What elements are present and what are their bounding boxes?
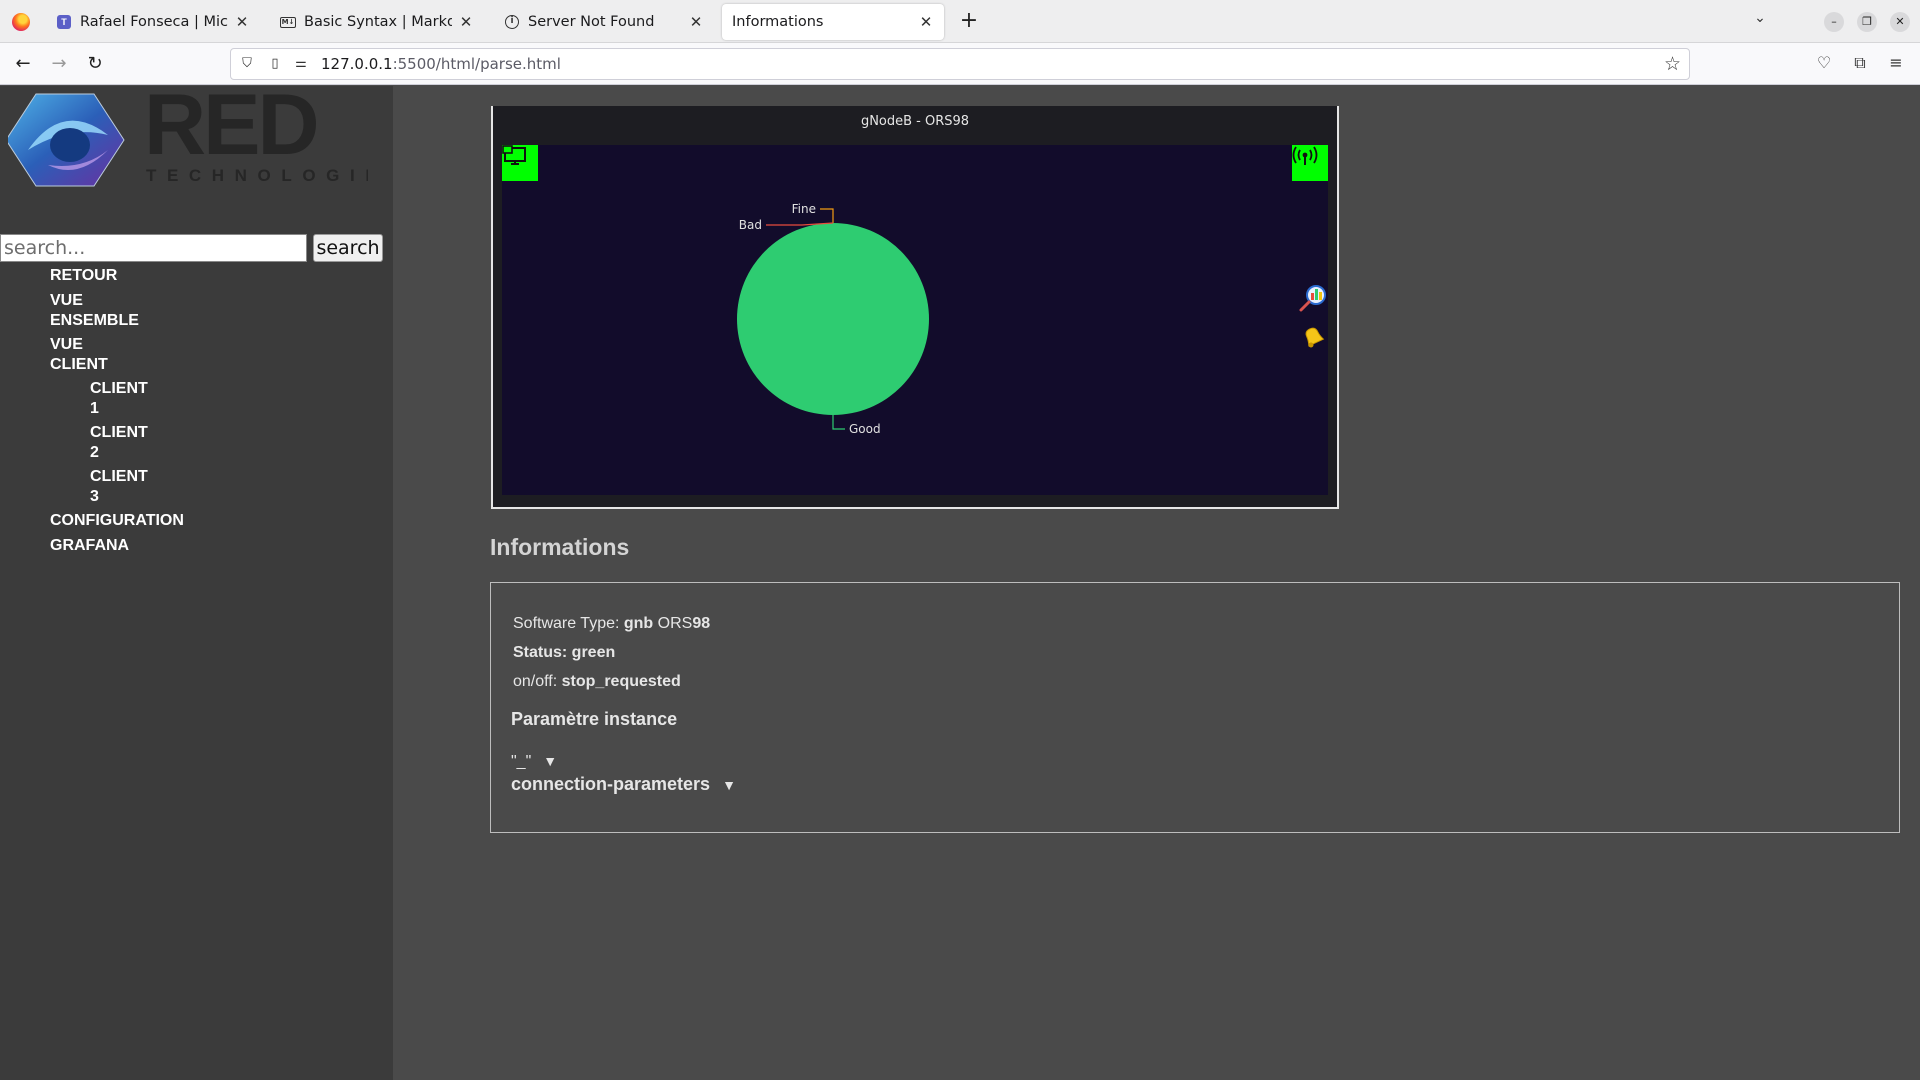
informations-box: Software Type: gnb ORS98 Status: green o… xyxy=(490,582,1900,833)
menu-item-vue-ensemble[interactable]: VUE ENSEMBLE xyxy=(50,291,139,330)
pie-chart: Good Fine Bad xyxy=(737,202,929,436)
search-button[interactable]: search xyxy=(313,234,383,262)
tab-server-not-found[interactable]: i Server Not Found ✕ xyxy=(494,4,714,40)
menu-item-retour[interactable]: RETOUR xyxy=(50,266,117,286)
back-button[interactable]: ← xyxy=(10,51,36,77)
gnodeb-card: gNodeB - ORS98 Good Fine Bad xyxy=(491,106,1339,509)
chevron-down-icon: ▼ xyxy=(722,777,736,793)
new-tab-button[interactable]: + xyxy=(955,8,983,36)
forward-button[interactable]: → xyxy=(46,51,72,77)
logo-subtext: TECHNOLOGIES xyxy=(146,166,368,185)
bookmark-star-icon[interactable]: ☆ xyxy=(1664,53,1681,75)
restore-button[interactable]: ❐ xyxy=(1857,12,1877,32)
status-line: Status: green xyxy=(513,644,616,661)
parametre-instance-heading: Paramètre instance xyxy=(511,709,678,729)
tab-markdown[interactable]: M↓ Basic Syntax | Markdown ✕ xyxy=(270,4,484,40)
minimize-button[interactable]: – xyxy=(1824,12,1844,32)
pie-label-good: Good xyxy=(849,422,881,436)
tab-title: Server Not Found xyxy=(528,14,655,30)
logo-text: RED xyxy=(144,90,317,173)
close-icon[interactable]: ✕ xyxy=(458,13,474,31)
onoff-line: on/off: stop_requested xyxy=(513,673,681,690)
menu-item-client-2[interactable]: CLIENT 2 xyxy=(90,423,148,462)
close-icon[interactable]: ✕ xyxy=(234,13,250,31)
software-type-line: Software Type: gnb ORS98 xyxy=(513,615,711,632)
menu-item-configuration[interactable]: CONFIGURATION xyxy=(50,511,184,531)
connection-parameters-toggle[interactable]: connection-parameters ▼ xyxy=(511,774,736,795)
info-icon: i xyxy=(504,14,520,30)
browser-nav-bar: ← → ↻ ⛉ ▯ ⚌ 127.0.0.1:5500/html/parse.ht… xyxy=(0,43,1920,85)
underscore-toggle[interactable]: "_" ▼ xyxy=(511,753,557,771)
tab-title: Rafael Fonseca | Microsof xyxy=(80,14,228,30)
chevron-down-icon: ▼ xyxy=(543,753,558,769)
onoff-value: stop_requested xyxy=(561,673,681,690)
pie-label-fine: Fine xyxy=(792,202,816,216)
tab-title: Informations xyxy=(732,14,824,30)
shield-icon[interactable]: ⛉ xyxy=(239,56,255,72)
card-title: gNodeB - ORS98 xyxy=(860,114,970,129)
pie-chart-panel: Good Fine Bad xyxy=(502,145,1328,495)
close-icon[interactable]: ✕ xyxy=(918,13,934,31)
reload-button[interactable]: ↻ xyxy=(82,51,108,77)
page-icon[interactable]: ▯ xyxy=(267,56,283,72)
permissions-icon[interactable]: ⚌ xyxy=(293,56,309,72)
page-content: RED TECHNOLOGIES search RETOUR VUE ENSEM… xyxy=(0,86,1920,1080)
extensions-icon[interactable]: ⧉ xyxy=(1850,53,1870,73)
menu-item-vue-client[interactable]: VUE CLIENT xyxy=(50,335,108,374)
pie-label-bad: Bad xyxy=(739,218,762,232)
browser-tab-bar: T Rafael Fonseca | Microsof ✕ M↓ Basic S… xyxy=(0,0,1920,43)
teams-icon: T xyxy=(56,14,72,30)
pie-slice-good[interactable] xyxy=(737,223,929,415)
list-all-tabs-button[interactable]: ⌄ xyxy=(1748,10,1772,34)
tab-title: Basic Syntax | Markdown xyxy=(304,14,452,30)
status-value: green xyxy=(571,644,616,661)
menu-item-client-1[interactable]: CLIENT 1 xyxy=(90,379,148,418)
firefox-logo-icon xyxy=(12,13,30,31)
tab-informations[interactable]: Informations ✕ xyxy=(722,4,944,40)
tab-microsoft-teams[interactable]: T Rafael Fonseca | Microsof ✕ xyxy=(46,4,260,40)
markdown-icon: M↓ xyxy=(280,16,296,28)
informations-heading: Informations xyxy=(490,534,630,560)
pie-leader-line-fine xyxy=(820,208,834,223)
pocket-icon[interactable]: ♡ xyxy=(1814,53,1834,73)
menu-item-grafana[interactable]: GRAFANA xyxy=(50,536,129,556)
red-technologies-logo: RED TECHNOLOGIES xyxy=(8,90,368,187)
url-text: 127.0.0.1:5500/html/parse.html xyxy=(321,55,561,73)
menu-icon[interactable]: ≡ xyxy=(1886,53,1906,73)
url-bar[interactable]: ⛉ ▯ ⚌ 127.0.0.1:5500/html/parse.html ☆ xyxy=(230,48,1690,80)
close-icon[interactable]: ✕ xyxy=(688,13,704,31)
menu-item-client-3[interactable]: CLIENT 3 xyxy=(90,467,148,506)
pie-leader-line-good xyxy=(832,415,845,430)
close-window-button[interactable]: ✕ xyxy=(1890,12,1910,32)
search-input[interactable] xyxy=(0,234,307,262)
sidebar: RED TECHNOLOGIES search RETOUR VUE ENSEM… xyxy=(0,86,393,1080)
